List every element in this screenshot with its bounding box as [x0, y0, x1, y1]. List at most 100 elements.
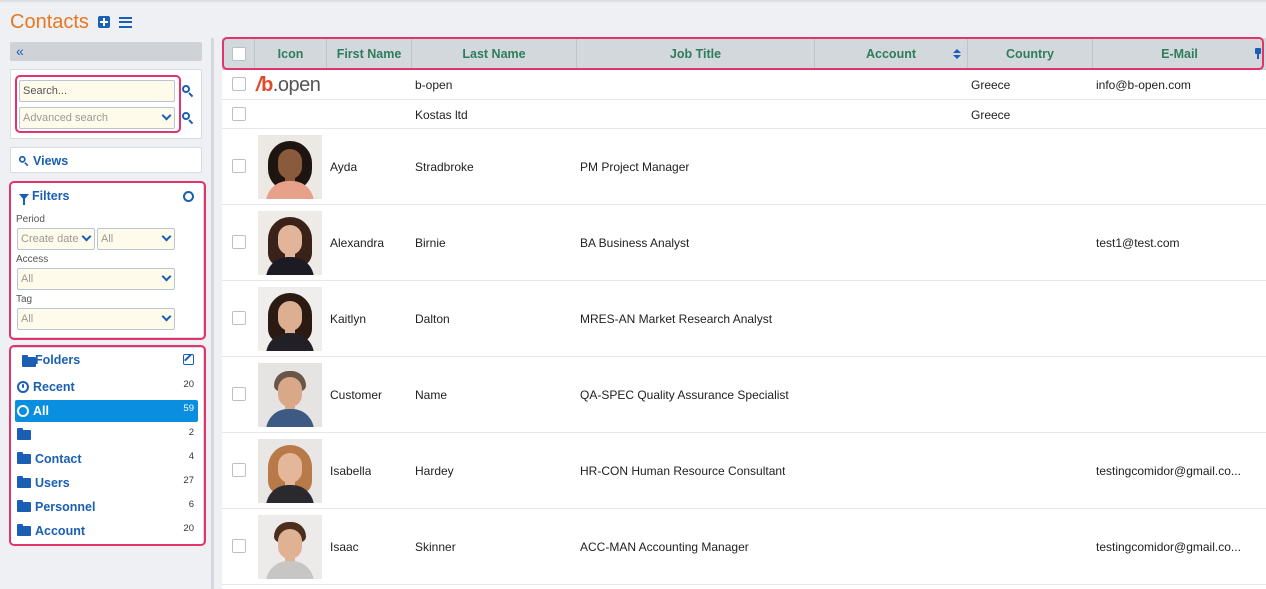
search-input[interactable]: Search...: [19, 80, 175, 102]
cell-last-name: Dalton: [415, 312, 450, 326]
chevron-down-icon: [161, 271, 172, 282]
folder-icon: [17, 524, 31, 536]
period-type-select[interactable]: Create date: [17, 228, 95, 250]
sidebar-resize-handle[interactable]: [211, 38, 214, 589]
chevron-down-icon: [161, 311, 172, 322]
advanced-search-select[interactable]: Advanced search: [19, 107, 175, 129]
folder-count: 59: [183, 403, 194, 414]
table-row[interactable]: Customer Name QA-SPEC Quality Assurance …: [222, 357, 1266, 433]
cell-job-title: MRES-AN Market Research Analyst: [580, 312, 773, 326]
cell-email: testingcomidor@gmail.co...: [1096, 464, 1241, 478]
column-header-email[interactable]: E-Mail: [1093, 38, 1266, 70]
filters-reset-icon[interactable]: [183, 191, 194, 202]
folder-item-users[interactable]: Users 27: [15, 472, 198, 494]
cell-last-name: Stradbroke: [415, 160, 474, 174]
table-row[interactable]: Isaac Skinner ACC-MAN Accounting Manager…: [222, 509, 1266, 585]
column-header-first-name[interactable]: First Name: [327, 38, 412, 70]
search-panel: Search... Advanced search: [10, 69, 202, 139]
folder-count: 20: [183, 379, 194, 390]
period-range-select[interactable]: All: [97, 228, 175, 250]
folder-label: Personnel: [35, 500, 96, 514]
folder-count: 2: [188, 427, 194, 438]
tag-value: All: [21, 313, 34, 325]
folder-label: Account: [35, 524, 85, 538]
period-label: Period: [16, 214, 45, 225]
cell-last-name: Kostas ltd: [415, 108, 468, 122]
edit-folders-icon[interactable]: [183, 354, 194, 365]
select-all-checkbox[interactable]: [232, 47, 246, 61]
column-header-account-label: Account: [866, 47, 916, 61]
chevron-down-icon: [161, 231, 172, 242]
folder-item-personnel[interactable]: Personnel 6: [15, 496, 198, 518]
cell-first-name: Alexandra: [330, 236, 385, 250]
page-title: Contacts: [10, 11, 89, 33]
folder-item-contact[interactable]: Contact 4: [15, 448, 198, 470]
avatar: [258, 287, 322, 351]
column-header-icon[interactable]: Icon: [255, 38, 327, 70]
folder-count: 4: [188, 451, 194, 462]
row-checkbox[interactable]: [232, 77, 246, 91]
row-checkbox[interactable]: [232, 235, 246, 249]
advanced-search-icon[interactable]: [182, 112, 194, 125]
access-value: All: [21, 273, 34, 285]
cell-last-name: Skinner: [415, 540, 456, 554]
folder-count: 27: [183, 475, 194, 486]
row-checkbox[interactable]: [232, 539, 246, 553]
filter-icon: [19, 194, 29, 205]
table-row[interactable]: Kostas ltd Greece: [222, 100, 1266, 129]
cell-job-title: HR-CON Human Resource Consultant: [580, 464, 786, 478]
folder-icon: [17, 452, 31, 464]
add-contact-button[interactable]: [97, 15, 111, 29]
table-row[interactable]: Isabella Hardey HR-CON Human Resource Co…: [222, 433, 1266, 509]
table-row[interactable]: Kaitlyn Dalton MRES-AN Market Research A…: [222, 281, 1266, 357]
views-search-icon: [18, 155, 29, 167]
folder-icon: [17, 476, 31, 488]
folders-panel: Folders Recent 20 All 59 2 Contact 4 Use…: [10, 347, 204, 545]
folder-count: 6: [188, 499, 194, 510]
column-header-account[interactable]: Account: [815, 38, 968, 70]
folder-label: Contact: [35, 452, 82, 466]
search-icon[interactable]: [182, 85, 194, 98]
table-row[interactable]: /b.open b-open Greece info@b-open.com: [222, 70, 1266, 100]
cell-first-name: Isaac: [330, 540, 359, 554]
row-checkbox[interactable]: [232, 107, 246, 121]
row-checkbox[interactable]: [232, 387, 246, 401]
row-checkbox[interactable]: [232, 159, 246, 173]
cell-last-name: Birnie: [415, 236, 446, 250]
folder-item-account[interactable]: Account 20: [15, 520, 198, 542]
views-panel[interactable]: Views: [10, 147, 202, 173]
filters-panel: Filters Period Create date All Access Al…: [10, 182, 204, 338]
folder-label: Recent: [33, 380, 75, 394]
menu-button[interactable]: [119, 15, 133, 29]
folder-item-unnamed[interactable]: 2: [15, 424, 198, 446]
circle-icon: [17, 405, 29, 417]
access-select[interactable]: All: [17, 268, 175, 290]
avatar: [258, 135, 322, 199]
table-row[interactable]: Alexandra Birnie BA Business Analyst tes…: [222, 205, 1266, 281]
column-header-country[interactable]: Country: [968, 38, 1093, 70]
row-checkbox[interactable]: [232, 463, 246, 477]
folder-item-recent[interactable]: Recent 20: [15, 376, 198, 398]
folder-label: Users: [35, 476, 70, 490]
select-all-cell: [222, 38, 255, 70]
plus-square-icon: [97, 16, 110, 28]
cell-email: test1@test.com: [1096, 236, 1180, 250]
chevron-down-icon: [161, 110, 172, 121]
sort-icon[interactable]: [953, 49, 961, 59]
sidebar-collapse-button[interactable]: «: [10, 42, 202, 61]
cell-job-title: QA-SPEC Quality Assurance Specialist: [580, 388, 789, 402]
cell-last-name: b-open: [415, 78, 453, 92]
column-header-email-label: E-Mail: [1161, 47, 1198, 61]
access-label: Access: [16, 254, 49, 265]
pin-icon[interactable]: [1254, 48, 1262, 59]
table-row[interactable]: Ayda Stradbroke PM Project Manager: [222, 129, 1266, 205]
avatar: [258, 363, 322, 427]
row-checkbox[interactable]: [232, 311, 246, 325]
folder-item-all[interactable]: All 59: [15, 400, 198, 422]
cell-first-name: Ayda: [330, 160, 358, 174]
filters-title: Filters: [32, 189, 70, 203]
folder-icon: [17, 500, 31, 512]
column-header-job-title[interactable]: Job Title: [577, 38, 815, 70]
column-header-last-name[interactable]: Last Name: [412, 38, 577, 70]
tag-select[interactable]: All: [17, 308, 175, 330]
